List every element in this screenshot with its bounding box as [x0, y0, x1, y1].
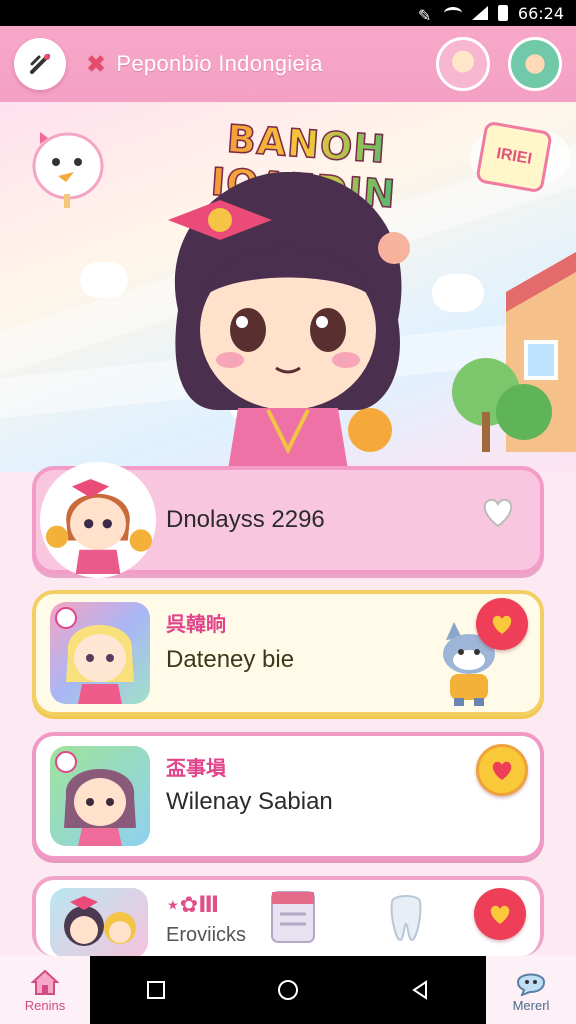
- home-circle-icon[interactable]: [276, 978, 300, 1002]
- tooth-icon: [390, 895, 422, 942]
- wifi-icon: [443, 7, 462, 19]
- avatar: [50, 602, 150, 704]
- status-time: 66:24: [517, 3, 564, 23]
- nav-message-label: Mererl: [512, 997, 550, 1013]
- signal-icon: [471, 6, 488, 20]
- list-item[interactable]: 呉韓晌 Dateney bie: [32, 590, 544, 716]
- profile-avatar-button[interactable]: [436, 37, 490, 91]
- card-subtitle: 呉韓晌: [166, 612, 226, 636]
- system-navigation: [90, 956, 486, 1024]
- ghost-mascot-icon: [32, 132, 104, 208]
- navigation-bar: Renins Mererl: [0, 956, 576, 1024]
- avatar: [50, 888, 148, 958]
- cloud-decoration: [80, 262, 128, 298]
- status-bar: ✎ 66:24: [0, 0, 576, 26]
- card-title: Dnolayss 2296: [166, 506, 325, 533]
- heart-icon: [490, 905, 510, 924]
- heart-icon: [492, 761, 512, 780]
- card-subtitle: 盃事塤: [166, 756, 226, 780]
- list-item[interactable]: 盃事塤 Wilenay Sabian: [32, 732, 544, 860]
- user-avatar-button[interactable]: [508, 37, 562, 91]
- hero-banner: BANOH IOAEDIN IRIЕI: [0, 102, 576, 472]
- chat-ghost-icon: [516, 973, 546, 996]
- app-title-text: Peponbio Indongieia: [116, 51, 323, 76]
- chibi-avatar-image: [55, 607, 134, 704]
- favorite-button[interactable]: [476, 598, 528, 650]
- list-item[interactable]: ⋆✿Ⅲ Eroviicks: [32, 876, 544, 958]
- nav-message-tab[interactable]: Mererl: [486, 956, 576, 1024]
- nav-home-tab[interactable]: Renins: [0, 956, 90, 1024]
- chibi-avatar-image: [45, 467, 152, 574]
- list-item[interactable]: Dnolayss 2296: [32, 462, 544, 578]
- favorite-button[interactable]: [476, 744, 528, 796]
- back-icon[interactable]: [408, 978, 432, 1002]
- close-icon[interactable]: ✖: [86, 50, 106, 79]
- chibi-avatar-image: [55, 751, 136, 846]
- cloud-decoration: [432, 274, 484, 312]
- chibi-girl-illustration: [168, 171, 410, 470]
- pen-icon: [30, 54, 50, 74]
- app-bar: ✖ Peponbio Indongieia: [0, 26, 576, 102]
- nav-home-label: Renins: [24, 997, 66, 1013]
- heart-icon: [492, 615, 512, 634]
- app-title: ✖ Peponbio Indongieia: [86, 50, 323, 79]
- avatar: [50, 746, 150, 846]
- menu-button[interactable]: [14, 38, 66, 90]
- favorite-button[interactable]: [474, 888, 526, 940]
- card-title: Wilenay Sabian: [166, 788, 333, 815]
- card-title: Dateney bie: [166, 646, 295, 673]
- home-icon: [30, 969, 60, 995]
- recents-icon[interactable]: [144, 978, 168, 1002]
- card-badge: ⋆✿Ⅲ: [166, 892, 220, 917]
- card-title: Eroviicks: [166, 924, 247, 946]
- sign-badge: IRIЕI: [475, 120, 553, 194]
- battery-icon: [497, 5, 508, 21]
- heart-outline-icon[interactable]: [478, 492, 518, 532]
- chibi-group-image: [64, 896, 136, 946]
- notification-icon: ✎: [417, 6, 432, 25]
- avatar: [40, 462, 156, 578]
- calendar-icon: [271, 891, 315, 943]
- tree-illustration: [452, 358, 552, 452]
